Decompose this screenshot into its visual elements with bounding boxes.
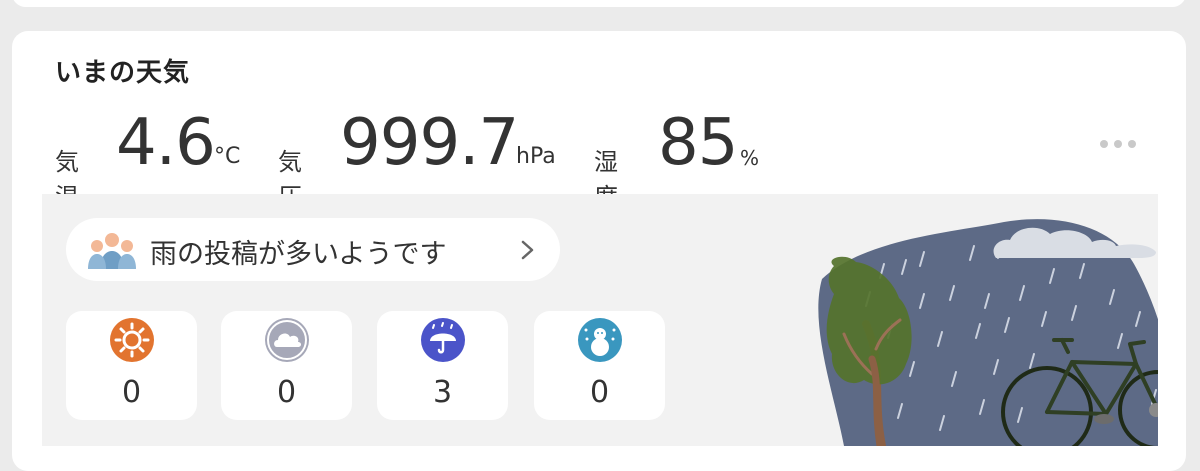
rain-report-button[interactable]: 雨の投稿が多いようです — [66, 218, 560, 281]
sun-count: 0 — [121, 375, 142, 410]
cloud-icon — [265, 318, 309, 362]
rain-illustration — [818, 219, 1158, 446]
more-options-icon[interactable] — [1100, 138, 1140, 150]
pressure-value: 999.7 — [340, 106, 519, 180]
humidity-unit: % — [740, 146, 760, 170]
temperature-value: 4.6 — [116, 106, 216, 180]
umbrella-icon — [421, 318, 465, 362]
cloud-count: 0 — [276, 375, 297, 410]
card-title: いまの天気 — [55, 58, 191, 88]
people-icon — [88, 233, 136, 269]
humidity-value: 85 — [658, 106, 738, 180]
sun-icon — [110, 318, 154, 362]
temperature-unit: °C — [214, 144, 241, 169]
previous-card — [12, 0, 1186, 7]
rain-report-text: 雨の投稿が多いようです — [150, 239, 447, 270]
snow-count: 0 — [589, 375, 610, 410]
rain-count: 3 — [432, 375, 453, 410]
cloud-report-tile[interactable]: 0 — [221, 311, 352, 420]
chevron-right-icon — [521, 240, 534, 260]
snow-report-tile[interactable]: 0 — [534, 311, 665, 420]
sun-report-tile[interactable]: 0 — [66, 311, 197, 420]
rain-report-tile[interactable]: 3 — [377, 311, 508, 420]
snowman-icon — [578, 318, 622, 362]
pressure-unit: hPa — [516, 144, 556, 169]
